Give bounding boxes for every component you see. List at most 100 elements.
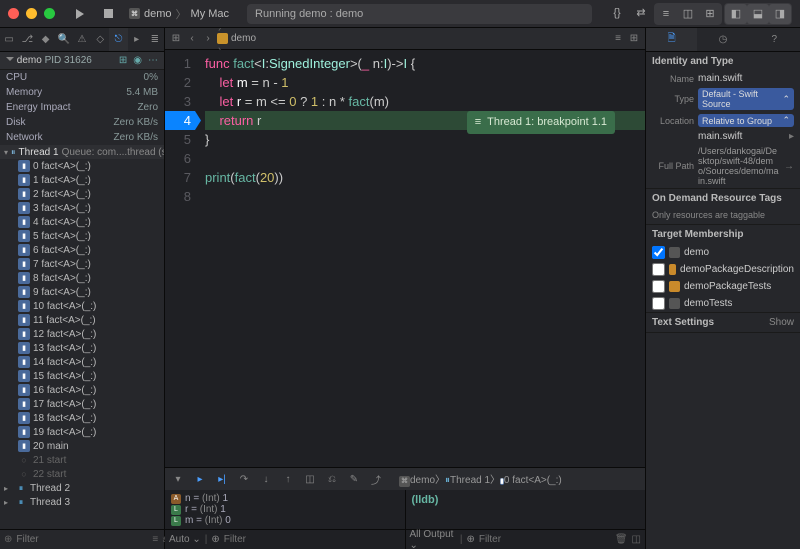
line-number[interactable]: 3	[165, 92, 191, 111]
variables-scope-selector[interactable]: Auto ⌄	[169, 534, 201, 545]
gauge-row[interactable]: CPU0%	[0, 70, 164, 85]
gauge-row[interactable]: Memory5.4 MB	[0, 85, 164, 100]
symbol-navigator-tab[interactable]: ◆	[36, 28, 54, 51]
stack-frame[interactable]: ▮17 fact<A>(_:)	[0, 397, 164, 411]
debug-jumpbar[interactable]: ⌘demo〉⏸Thread 1〉▮0 fact<A>(_:)	[399, 471, 562, 487]
text-settings-header[interactable]: Text SettingsShow	[646, 313, 800, 332]
stack-frame[interactable]: ▮6 fact<A>(_:)	[0, 243, 164, 257]
variables-filter-input[interactable]	[224, 534, 401, 545]
stack-frame[interactable]: ▮8 fact<A>(_:)	[0, 271, 164, 285]
stack-frame[interactable]: ▮7 fact<A>(_:)	[0, 257, 164, 271]
line-gutter[interactable]: 12345678	[165, 50, 201, 467]
source-editor[interactable]: 12345678 func fact<I:SignedInteger>(_ n:…	[165, 50, 645, 467]
back-icon[interactable]: ‹	[185, 32, 199, 46]
expand-icon[interactable]: ⊞	[119, 55, 127, 66]
thread-2-item[interactable]: ▸⏸Thread 2	[0, 481, 164, 495]
console-scope-selector[interactable]: All Output ⌄	[410, 529, 456, 549]
stack-frame[interactable]: ▮12 fact<A>(_:)	[0, 327, 164, 341]
debug-jumpbar-segment[interactable]: ▮0 fact<A>(_:)	[500, 475, 562, 486]
step-into-icon[interactable]: ↓	[257, 474, 275, 485]
code-line[interactable]	[205, 149, 645, 168]
stack-frame[interactable]: ▮19 fact<A>(_:)	[0, 425, 164, 439]
continue-icon[interactable]: ▸|	[213, 474, 231, 485]
stack-frame[interactable]: ▮16 fact<A>(_:)	[0, 383, 164, 397]
toggle-inspector-button[interactable]: ◨	[769, 4, 791, 24]
navigator-filter-input[interactable]	[16, 534, 148, 545]
variable-row[interactable]: Lm = (Int) 0	[171, 515, 399, 526]
stack-frame[interactable]: ▮11 fact<A>(_:)	[0, 313, 164, 327]
variable-row[interactable]: An = (Int) 1	[171, 493, 399, 504]
stack-frame[interactable]: ▮4 fact<A>(_:)	[0, 215, 164, 229]
view-icon[interactable]: ◉	[133, 55, 142, 66]
line-number[interactable]: 5	[165, 130, 191, 149]
editor-options-icon[interactable]: ≡	[611, 32, 625, 46]
stack-frame[interactable]: ▮18 fact<A>(_:)	[0, 411, 164, 425]
variables-view[interactable]: An = (Int) 1Lr = (Int) 1Lm = (Int) 0	[165, 490, 406, 529]
code-review-button[interactable]: ⇄	[630, 3, 652, 23]
code-line[interactable]: let m = n - 1	[205, 73, 645, 92]
code-line[interactable]: let r = m <= 0 ? 1 : n * fact(m)	[205, 92, 645, 111]
line-number[interactable]: 2	[165, 73, 191, 92]
stack-frame[interactable]: ▮15 fact<A>(_:)	[0, 369, 164, 383]
stack-frame[interactable]: ▮14 fact<A>(_:)	[0, 355, 164, 369]
file-inspector-tab[interactable]: 🗎	[646, 28, 697, 51]
assistant-editor-button[interactable]: ◫	[677, 4, 699, 24]
console-view[interactable]: (lldb)	[406, 490, 646, 529]
line-number[interactable]: 6	[165, 149, 191, 168]
run-button[interactable]	[69, 4, 91, 24]
stack-frame[interactable]: ○21 start	[0, 453, 164, 467]
thread-1-item[interactable]: ▾⏸ Thread 1 Queue: com....thread (serial…	[0, 145, 164, 159]
filter-threads-icon[interactable]: ≡	[152, 534, 158, 545]
code-line[interactable]: print(fact(20))	[205, 168, 645, 187]
memory-graph-icon[interactable]: ⎌	[323, 474, 341, 485]
editor-mode-segmented[interactable]: ≡ ◫ ⊞	[654, 3, 722, 25]
target-checkbox[interactable]	[652, 263, 665, 276]
stack-frame[interactable]: ▮2 fact<A>(_:)	[0, 187, 164, 201]
thread-3-item[interactable]: ▸⏸Thread 3	[0, 495, 164, 509]
filter-icon[interactable]: ⋯	[148, 55, 158, 66]
clear-console-icon[interactable]: 🗑	[615, 534, 628, 545]
gauge-row[interactable]: Energy ImpactZero	[0, 100, 164, 115]
stack-frame[interactable]: ▮1 fact<A>(_:)	[0, 173, 164, 187]
file-name-field[interactable]: main.swift	[698, 73, 794, 84]
stack-frame[interactable]: ▮0 fact<A>(_:)	[0, 159, 164, 173]
minimize-window-button[interactable]	[26, 8, 37, 19]
line-number[interactable]: 4	[165, 111, 201, 130]
stack-frame[interactable]: ▮20 main	[0, 439, 164, 453]
find-navigator-tab[interactable]: 🔍	[55, 28, 73, 51]
gauge-row[interactable]: NetworkZero KB/s	[0, 130, 164, 145]
target-membership-item[interactable]: demoTests	[646, 295, 800, 312]
environment-icon[interactable]: ✎	[345, 474, 363, 485]
toggle-panes-icon[interactable]: ◫	[632, 534, 641, 545]
reveal-path-icon[interactable]: →	[784, 161, 794, 172]
breakpoints-active-icon[interactable]: ▸	[191, 474, 209, 485]
stack-frame[interactable]: ○22 start	[0, 467, 164, 481]
hide-debug-icon[interactable]: ▾	[169, 474, 187, 485]
breakpoint-navigator-tab[interactable]: ▸	[128, 28, 146, 51]
jump-bar[interactable]: ⊞ ‹ › demo〉Sources〉demo〉Smain.swift〉ƒfac…	[165, 28, 645, 50]
toggle-navigator-button[interactable]: ◧	[725, 4, 747, 24]
stop-button[interactable]	[97, 4, 119, 24]
gauge-row[interactable]: DiskZero KB/s	[0, 115, 164, 130]
target-membership-item[interactable]: demoPackageDescription	[646, 261, 800, 278]
scheme-selector[interactable]: ⌘ demo 〉 My Mac	[125, 6, 233, 22]
target-checkbox[interactable]	[652, 246, 665, 259]
line-number[interactable]: 8	[165, 187, 191, 206]
issue-navigator-tab[interactable]: ⚠	[73, 28, 91, 51]
stack-frame[interactable]: ▮13 fact<A>(_:)	[0, 341, 164, 355]
target-checkbox[interactable]	[652, 297, 665, 310]
step-out-icon[interactable]: ↑	[279, 474, 297, 485]
variable-row[interactable]: Lr = (Int) 1	[171, 504, 399, 515]
debug-jumpbar-segment[interactable]: ⏸Thread 1	[445, 475, 490, 486]
activity-viewer[interactable]: Running demo : demo	[247, 4, 592, 24]
zoom-window-button[interactable]	[44, 8, 55, 19]
stack-frame[interactable]: ▮5 fact<A>(_:)	[0, 229, 164, 243]
console-filter-input[interactable]	[479, 534, 611, 545]
forward-icon[interactable]: ›	[201, 32, 215, 46]
choose-location-icon[interactable]: ▸	[789, 131, 794, 142]
line-number[interactable]: 7	[165, 168, 191, 187]
line-number[interactable]: 1	[165, 54, 191, 73]
stack-frame[interactable]: ▮10 fact<A>(_:)	[0, 299, 164, 313]
add-editor-icon[interactable]: ⊞	[627, 32, 641, 46]
code-line[interactable]	[205, 187, 645, 206]
